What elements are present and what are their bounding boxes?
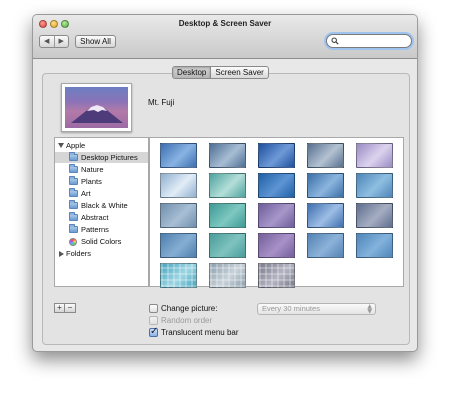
wallpaper-thumbnail[interactable] bbox=[258, 203, 295, 228]
wallpaper-thumbnail[interactable] bbox=[258, 263, 295, 288]
disclosure-open-icon[interactable] bbox=[58, 143, 64, 148]
sidebar-item-label: Black & White bbox=[81, 201, 128, 210]
sidebar-item-patterns[interactable]: Patterns bbox=[55, 224, 148, 235]
sidebar-item-black-white[interactable]: Black & White bbox=[55, 200, 148, 211]
search-input[interactable] bbox=[326, 34, 412, 48]
wallpaper-thumbnail[interactable] bbox=[356, 233, 393, 258]
title-bar: Desktop & Screen Saver ◀ ▶ Show All bbox=[33, 15, 417, 59]
color-wheel-icon bbox=[69, 238, 77, 246]
mt-fuji-image bbox=[65, 87, 128, 128]
wallpaper-thumbnail[interactable] bbox=[307, 143, 344, 168]
wallpaper-thumbnail[interactable] bbox=[209, 143, 246, 168]
sidebar-item-label: Nature bbox=[81, 165, 104, 174]
folder-icon bbox=[69, 176, 78, 185]
change-picture-label: Change picture: bbox=[161, 304, 218, 313]
sidebar-item-plants[interactable]: Plants bbox=[55, 176, 148, 187]
popup-arrows-icon: ▲ ▼ bbox=[367, 303, 372, 315]
group-apple-label: Apple bbox=[66, 141, 86, 150]
sidebar-item-desktop-pictures[interactable]: Desktop Pictures bbox=[55, 152, 148, 163]
sidebar-item-label: Art bbox=[81, 189, 91, 198]
wallpaper-thumbnail[interactable] bbox=[258, 143, 295, 168]
wallpaper-thumbnail[interactable] bbox=[160, 233, 197, 258]
source-list[interactable]: Apple Desktop Pictures Nature Plants Art… bbox=[54, 137, 149, 287]
sidebar-item-abstract[interactable]: Abstract bbox=[55, 212, 148, 223]
picture-name: Mt. Fuji bbox=[148, 98, 175, 107]
show-all-button[interactable]: Show All bbox=[75, 35, 116, 48]
interval-value: Every 30 minutes bbox=[262, 304, 320, 313]
sidebar-item-art[interactable]: Art bbox=[55, 188, 148, 199]
change-picture-checkbox[interactable] bbox=[149, 304, 158, 313]
sidebar-item-label: Patterns bbox=[81, 225, 109, 234]
back-forward-buttons: ◀ ▶ bbox=[39, 35, 69, 48]
add-folder-button[interactable]: + bbox=[54, 303, 65, 313]
folder-icon bbox=[69, 200, 78, 209]
wallpaper-thumbnail[interactable] bbox=[307, 173, 344, 198]
translucent-menu-bar-label: Translucent menu bar bbox=[161, 328, 239, 337]
add-remove-buttons: + − bbox=[54, 303, 76, 313]
wallpaper-thumbnail[interactable] bbox=[160, 203, 197, 228]
tab-control: Desktop Screen Saver bbox=[172, 66, 269, 79]
folder-icon bbox=[69, 188, 78, 197]
picture-grid[interactable] bbox=[149, 137, 404, 288]
forward-button[interactable]: ▶ bbox=[53, 36, 69, 47]
remove-folder-button[interactable]: − bbox=[65, 303, 76, 313]
wallpaper-thumbnail[interactable] bbox=[356, 203, 393, 228]
sidebar-item-solid-colors[interactable]: Solid Colors bbox=[55, 236, 148, 247]
sidebar-item-label: Plants bbox=[81, 177, 102, 186]
search-icon bbox=[331, 37, 339, 45]
wallpaper-thumbnail[interactable] bbox=[258, 233, 295, 258]
folder-icon bbox=[69, 152, 78, 161]
sidebar-item-label: Solid Colors bbox=[81, 237, 122, 246]
current-picture-preview bbox=[61, 83, 132, 132]
wallpaper-thumbnail[interactable] bbox=[258, 173, 295, 198]
preferences-window: Desktop & Screen Saver ◀ ▶ Show All Desk… bbox=[32, 14, 418, 352]
random-order-label: Random order bbox=[161, 316, 213, 325]
wallpaper-thumbnail[interactable] bbox=[209, 263, 246, 288]
folder-icon bbox=[69, 224, 78, 233]
tab-desktop[interactable]: Desktop bbox=[173, 67, 211, 78]
group-folders[interactable]: Folders bbox=[55, 248, 148, 259]
sidebar-item-label: Desktop Pictures bbox=[81, 153, 138, 162]
wallpaper-thumbnail[interactable] bbox=[307, 203, 344, 228]
wallpaper-thumbnail[interactable] bbox=[307, 233, 344, 258]
wallpaper-thumbnail[interactable] bbox=[160, 173, 197, 198]
window-title: Desktop & Screen Saver bbox=[178, 19, 272, 28]
wallpaper-thumbnail[interactable] bbox=[160, 263, 197, 288]
wallpaper-thumbnail[interactable] bbox=[209, 203, 246, 228]
wallpaper-thumbnail[interactable] bbox=[209, 233, 246, 258]
disclosure-closed-icon[interactable] bbox=[59, 251, 64, 257]
translucent-menu-bar-checkbox[interactable] bbox=[149, 326, 158, 337]
wallpaper-thumbnail[interactable] bbox=[160, 143, 197, 168]
folder-icon bbox=[69, 164, 78, 173]
group-folders-label: Folders bbox=[66, 249, 92, 258]
group-apple[interactable]: Apple bbox=[55, 140, 148, 151]
sidebar-item-nature[interactable]: Nature bbox=[55, 164, 148, 175]
sidebar-item-label: Abstract bbox=[81, 213, 109, 222]
wallpaper-thumbnail[interactable] bbox=[209, 173, 246, 198]
interval-popup[interactable]: Every 30 minutes ▲ ▼ bbox=[257, 303, 376, 315]
wallpaper-thumbnail[interactable] bbox=[356, 173, 393, 198]
mountain-icon bbox=[71, 105, 123, 123]
back-button[interactable]: ◀ bbox=[40, 36, 54, 47]
random-order-checkbox[interactable] bbox=[149, 316, 158, 325]
folder-icon bbox=[69, 212, 78, 221]
tab-screen-saver[interactable]: Screen Saver bbox=[210, 67, 267, 78]
wallpaper-thumbnail[interactable] bbox=[356, 143, 393, 168]
